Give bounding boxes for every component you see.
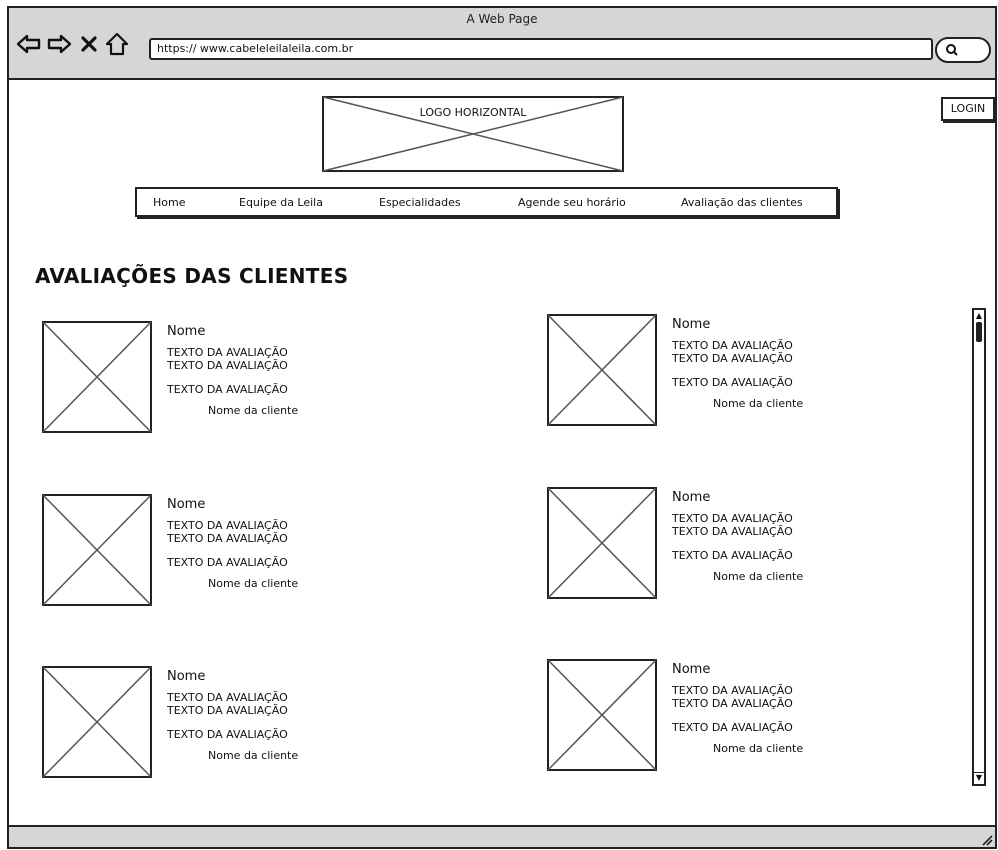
logo-placeholder: LOGO HORIZONTAL	[322, 96, 624, 172]
client-name: Nome da cliente	[713, 742, 804, 755]
back-arrow-icon[interactable]	[15, 30, 43, 58]
reviewer-name: Nome	[672, 317, 711, 332]
address-bar[interactable]: https:// www.cabeleleilaleila.com.br	[149, 38, 933, 60]
resize-grip-icon[interactable]	[979, 832, 993, 846]
page-title: AVALIAÇÕES DAS CLIENTES	[35, 264, 349, 288]
reviewer-name: Nome	[672, 490, 711, 505]
review-text: TEXTO DA AVALIAÇÃO	[672, 339, 793, 352]
review-text: TEXTO DA AVALIAÇÃO	[167, 556, 288, 569]
review-card: Nome TEXTO DA AVALIAÇÃO TEXTO DA AVALIAÇ…	[42, 666, 462, 781]
client-photo-placeholder	[547, 314, 657, 426]
review-text: TEXTO DA AVALIAÇÃO	[167, 519, 288, 532]
scroll-thumb[interactable]	[976, 322, 982, 342]
review-text: TEXTO DA AVALIAÇÃO	[167, 346, 288, 359]
client-name: Nome da cliente	[208, 577, 299, 590]
review-card: Nome TEXTO DA AVALIAÇÃO TEXTO DA AVALIAÇ…	[547, 314, 967, 429]
client-name: Nome da cliente	[208, 404, 299, 417]
browser-toolbar: A Web Page https:// www.cabeleleilaleila…	[9, 8, 995, 80]
main-menu: Home Equipe da Leila Especialidades Agen…	[135, 187, 838, 217]
menu-item-home[interactable]: Home	[153, 196, 185, 209]
reviewer-name: Nome	[167, 669, 206, 684]
vertical-scrollbar[interactable]: ▲ ▼	[972, 308, 986, 786]
review-card: Nome TEXTO DA AVALIAÇÃO TEXTO DA AVALIAÇ…	[42, 321, 462, 436]
search-button[interactable]	[935, 37, 991, 63]
close-icon[interactable]	[75, 30, 103, 58]
review-card: Nome TEXTO DA AVALIAÇÃO TEXTO DA AVALIAÇ…	[547, 487, 967, 602]
browser-window: A Web Page https:// www.cabeleleilaleila…	[7, 6, 997, 849]
menu-item-equipe[interactable]: Equipe da Leila	[239, 196, 323, 209]
review-text: TEXTO DA AVALIAÇÃO	[167, 383, 288, 396]
review-text: TEXTO DA AVALIAÇÃO	[672, 684, 793, 697]
client-name: Nome da cliente	[713, 397, 804, 410]
scroll-down-arrow-icon[interactable]: ▼	[974, 772, 984, 783]
reviewer-name: Nome	[672, 662, 711, 677]
reviewer-name: Nome	[167, 324, 206, 339]
logo-label: LOGO HORIZONTAL	[419, 106, 527, 119]
review-text: TEXTO DA AVALIAÇÃO	[167, 691, 288, 704]
client-name: Nome da cliente	[208, 749, 299, 762]
menu-item-avaliacao[interactable]: Avaliação das clientes	[681, 196, 803, 209]
client-photo-placeholder	[42, 666, 152, 778]
review-text: TEXTO DA AVALIAÇÃO	[672, 549, 793, 562]
client-photo-placeholder	[42, 494, 152, 606]
search-icon	[946, 44, 958, 56]
review-text: TEXTO DA AVALIAÇÃO	[672, 512, 793, 525]
review-text: TEXTO DA AVALIAÇÃO	[672, 697, 793, 710]
client-name: Nome da cliente	[713, 570, 804, 583]
review-card: Nome TEXTO DA AVALIAÇÃO TEXTO DA AVALIAÇ…	[42, 494, 462, 609]
status-bar	[9, 825, 995, 847]
review-text: TEXTO DA AVALIAÇÃO	[672, 525, 793, 538]
client-photo-placeholder	[42, 321, 152, 433]
review-text: TEXTO DA AVALIAÇÃO	[167, 728, 288, 741]
menu-item-agende[interactable]: Agende seu horário	[518, 196, 626, 209]
review-text: TEXTO DA AVALIAÇÃO	[167, 359, 288, 372]
review-text: TEXTO DA AVALIAÇÃO	[672, 721, 793, 734]
review-text: TEXTO DA AVALIAÇÃO	[167, 704, 288, 717]
forward-arrow-icon[interactable]	[45, 30, 73, 58]
review-text: TEXTO DA AVALIAÇÃO	[672, 352, 793, 365]
client-photo-placeholder	[547, 487, 657, 599]
review-text: TEXTO DA AVALIAÇÃO	[672, 376, 793, 389]
window-title: A Web Page	[466, 12, 538, 26]
menu-item-especialidades[interactable]: Especialidades	[379, 196, 461, 209]
scroll-up-arrow-icon[interactable]: ▲	[974, 311, 984, 321]
review-card: Nome TEXTO DA AVALIAÇÃO TEXTO DA AVALIAÇ…	[547, 659, 967, 774]
reviewer-name: Nome	[167, 497, 206, 512]
client-photo-placeholder	[547, 659, 657, 771]
home-icon[interactable]	[103, 30, 131, 58]
review-text: TEXTO DA AVALIAÇÃO	[167, 532, 288, 545]
login-button[interactable]: LOGIN	[941, 97, 995, 121]
